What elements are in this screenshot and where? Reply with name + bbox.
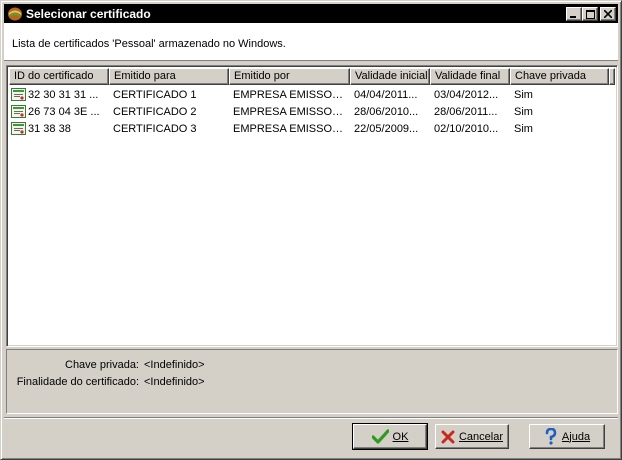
maximize-icon (585, 9, 595, 19)
check-icon (371, 429, 389, 444)
help-label: Ajuda (561, 430, 591, 443)
cell-private-key: Sim (514, 122, 533, 135)
column-header-private-key[interactable]: Chave privada (510, 68, 609, 85)
certificate-icon (11, 88, 26, 101)
cell-valid-from: 04/04/2011... (354, 88, 418, 101)
cell-id: 26 73 04 3E ... (9, 105, 109, 118)
column-header-valid-to[interactable]: Validade final (430, 68, 510, 85)
table-row[interactable]: 32 30 31 31 ... CERTIFICADO 1 EMPRESA EM… (9, 86, 609, 103)
window-title: Selecionar certificado (26, 7, 151, 21)
private-key-label: Chave privada: (65, 359, 139, 371)
ok-button[interactable]: OK (352, 423, 428, 450)
certificate-icon (11, 105, 26, 118)
cell-private-key: Sim (514, 88, 533, 101)
column-header-issued-by[interactable]: Emitido por (229, 68, 350, 85)
cell-issued-by: EMPRESA EMISSORA 3 (233, 122, 350, 135)
ok-label: OK (392, 430, 409, 443)
column-header-filler (609, 68, 615, 85)
list-header: ID do certificado Emitido para Emitido p… (9, 68, 615, 85)
cell-text: 26 73 04 3E ... (28, 105, 100, 118)
help-button[interactable]: Ajuda (529, 424, 605, 449)
dialog-window: Selecionar certificado Lista de certific… (0, 0, 622, 460)
column-header-issued-to[interactable]: Emitido para (109, 68, 229, 85)
cell-valid-from: 28/06/2010... (354, 105, 419, 118)
purpose-label: Finalidade do certificado: (16, 376, 139, 388)
minimize-button[interactable] (566, 7, 582, 21)
certificate-app-icon (8, 7, 22, 21)
certificate-list[interactable]: ID do certificado Emitido para Emitido p… (6, 65, 618, 347)
cell-issued-by: EMPRESA EMISSORA 1 (233, 88, 350, 101)
footer-separator (4, 417, 618, 419)
cell-issued-to: CERTIFICADO 3 (113, 122, 197, 135)
cell-valid-to: 02/10/2010... (434, 122, 499, 135)
cell-valid-to: 03/04/2012... (434, 88, 499, 101)
header-panel: Lista de certificados 'Pessoal' armazena… (4, 23, 618, 61)
table-row[interactable]: 26 73 04 3E ... CERTIFICADO 2 EMPRESA EM… (9, 103, 609, 120)
maximize-button[interactable] (582, 7, 598, 21)
cell-text: 32 30 31 31 ... (28, 88, 99, 101)
certificate-icon (11, 122, 26, 135)
cancel-x-icon (441, 430, 455, 443)
certificate-info-panel: Chave privada: <Indefinido> Finalidade d… (6, 349, 618, 414)
cell-issued-to: CERTIFICADO 1 (113, 88, 197, 101)
cell-valid-to: 28/06/2011... (434, 105, 498, 118)
cancel-label: Cancelar (458, 430, 504, 443)
cancel-button[interactable]: Cancelar (435, 424, 509, 449)
cell-private-key: Sim (514, 105, 533, 118)
header-description: Lista de certificados 'Pessoal' armazena… (12, 38, 286, 50)
purpose-value: <Indefinido> (144, 376, 205, 388)
cell-issued-by: EMPRESA EMISSORA 2 (233, 105, 350, 118)
cell-issued-to: CERTIFICADO 2 (113, 105, 197, 118)
cell-id: 32 30 31 31 ... (9, 88, 109, 101)
cell-valid-from: 22/05/2009... (354, 122, 419, 135)
cell-text: 31 38 38 (28, 122, 71, 135)
close-icon (604, 10, 612, 18)
table-row[interactable]: 31 38 38 CERTIFICADO 3 EMPRESA EMISSORA … (9, 120, 609, 137)
minimize-icon (570, 16, 576, 18)
title-bar[interactable]: Selecionar certificado (4, 4, 618, 23)
list-rows: 32 30 31 31 ... CERTIFICADO 1 EMPRESA EM… (9, 86, 609, 137)
help-question-icon (545, 428, 557, 445)
private-key-value: <Indefinido> (144, 359, 205, 371)
column-header-valid-from[interactable]: Validade inicial (350, 68, 430, 85)
close-button[interactable] (600, 7, 616, 21)
column-header-id[interactable]: ID do certificado (9, 68, 109, 85)
cell-id: 31 38 38 (9, 122, 109, 135)
